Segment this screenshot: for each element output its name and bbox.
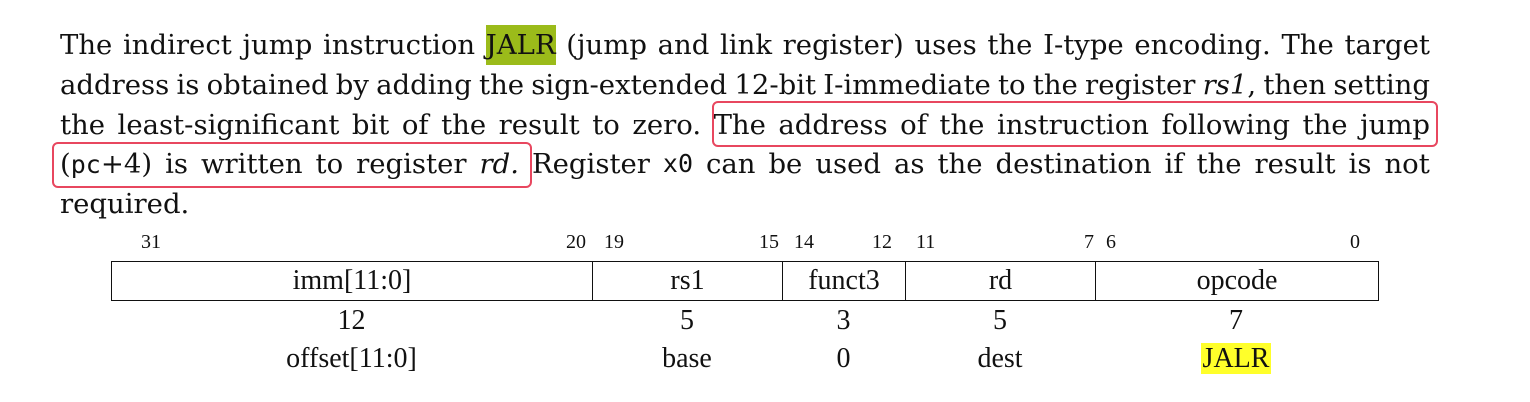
paragraph-line-1: The indirect jump instruction JALR (jump… [60, 25, 1430, 65]
annotation-box-top [712, 101, 1438, 147]
word: bit [351, 109, 390, 141]
word: encoding. [1134, 29, 1271, 61]
annotation-box-bottom [52, 142, 532, 188]
word: be [768, 148, 803, 180]
widths-row: 12 5 3 5 7 [111, 304, 1380, 338]
paragraph-line-5: required. [60, 184, 1430, 224]
word: is [176, 69, 200, 101]
encoding-table: imm[11:0] rs1 funct3 rd opcode [111, 261, 1379, 301]
word: target [1344, 29, 1430, 61]
field-role: dest [977, 343, 1023, 374]
paragraph-line-2: address is obtained by adding the sign-e… [60, 65, 1430, 105]
word: register) [782, 29, 904, 61]
bit-number: 31 [141, 231, 161, 253]
word: the [1032, 69, 1078, 101]
word: used [815, 148, 882, 180]
word: Register [531, 148, 650, 180]
word: the [987, 29, 1033, 61]
word: result [1254, 148, 1336, 180]
field-width: 3 [836, 305, 851, 336]
word: I-type [1043, 29, 1124, 61]
comma: , [1247, 69, 1257, 101]
field-funct3: funct3 [783, 262, 906, 300]
word: can [705, 148, 756, 180]
field-opcode: opcode [1196, 265, 1278, 296]
word: then [1263, 69, 1327, 101]
field-rd: rd [906, 262, 1096, 300]
field-rs1: rs1 [593, 262, 783, 300]
word: register [1085, 69, 1196, 101]
x0-code: x0 [662, 149, 693, 178]
bit-number: 14 [794, 231, 814, 253]
word: result [498, 109, 580, 141]
word: link [720, 29, 772, 61]
field-width: 12 [337, 305, 366, 336]
word: the [937, 148, 983, 180]
word: to [592, 109, 620, 141]
word: least-significant [117, 109, 340, 141]
word: is [1348, 148, 1372, 180]
bit-number: 20 [566, 231, 586, 253]
field-width: 5 [993, 305, 1007, 336]
word: the [479, 69, 525, 101]
word: adding [376, 69, 472, 101]
word: obtained [206, 69, 329, 101]
jalr-highlight: JALR [485, 25, 556, 65]
word: jump [242, 29, 313, 61]
word: uses [914, 29, 977, 61]
word: not [1384, 148, 1430, 180]
word: of [401, 109, 429, 141]
word: required. [60, 188, 190, 220]
bit-number: 19 [604, 231, 624, 253]
word: The [1281, 29, 1334, 61]
word: zero. [632, 109, 702, 141]
roles-row: offset[11:0] base 0 dest JALR [111, 342, 1380, 376]
word: I-immediate [823, 69, 991, 101]
word: instruction [323, 29, 476, 61]
word: The [60, 29, 113, 61]
bit-number: 12 [872, 231, 892, 253]
field-width: 7 [1229, 305, 1243, 336]
bit-number: 0 [1350, 231, 1360, 253]
word: to [997, 69, 1026, 101]
word: 12-bit [734, 69, 817, 101]
field-role: offset[11:0] [286, 343, 417, 374]
word: setting [1333, 69, 1430, 101]
word: the [60, 109, 106, 141]
word: (jump [566, 29, 647, 61]
jalr-opcode-highlight: JALR [1200, 343, 1272, 374]
bit-number: 15 [759, 231, 779, 253]
word: the [1196, 148, 1242, 180]
word: if [1164, 148, 1184, 180]
field-role: 0 [836, 343, 851, 374]
field-width: 5 [680, 305, 694, 336]
word: by [335, 69, 369, 101]
word: and [657, 29, 710, 61]
bit-number: 7 [1084, 231, 1094, 253]
bit-number: 6 [1106, 231, 1116, 253]
rs1-italic: rs1 [1202, 69, 1248, 101]
word: destination [995, 148, 1152, 180]
word: the [441, 109, 487, 141]
bit-number: 11 [916, 231, 936, 253]
word: address [60, 69, 170, 101]
field-role-opcode: JALR [1095, 342, 1377, 376]
word: as [893, 148, 925, 180]
field-imm: imm[11:0] [112, 262, 593, 300]
word: indirect [123, 29, 232, 61]
word: sign-extended [531, 69, 728, 101]
field-role: base [662, 343, 712, 374]
